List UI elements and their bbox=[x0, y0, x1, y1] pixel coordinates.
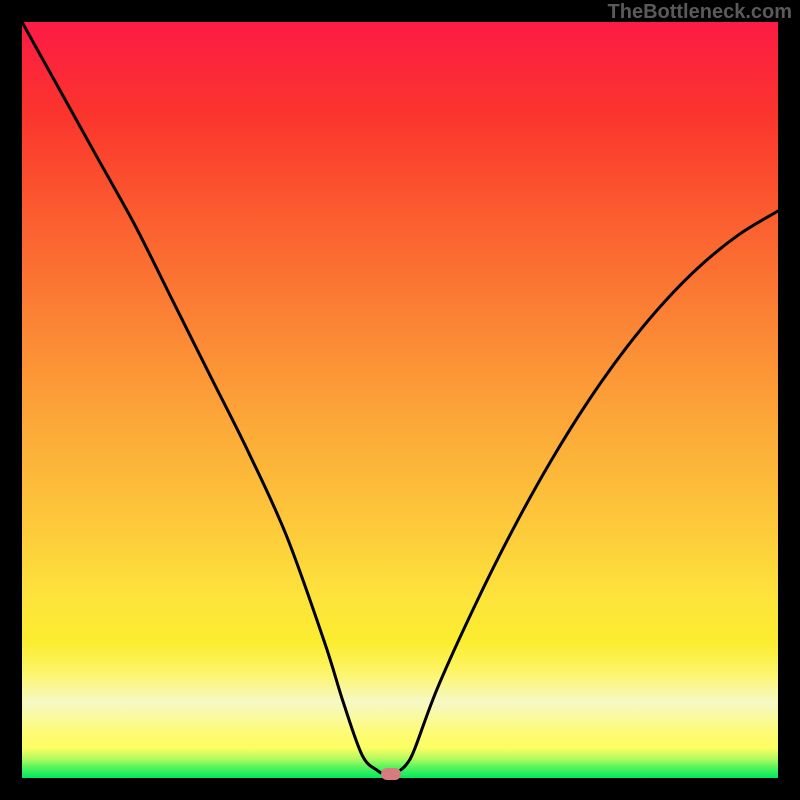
plot-area bbox=[22, 22, 778, 778]
bottleneck-curve bbox=[22, 22, 778, 775]
curve-svg bbox=[22, 22, 778, 778]
watermark-text: TheBottleneck.com bbox=[608, 1, 792, 24]
bottleneck-marker bbox=[381, 768, 401, 780]
chart-frame: TheBottleneck.com bbox=[0, 0, 800, 800]
